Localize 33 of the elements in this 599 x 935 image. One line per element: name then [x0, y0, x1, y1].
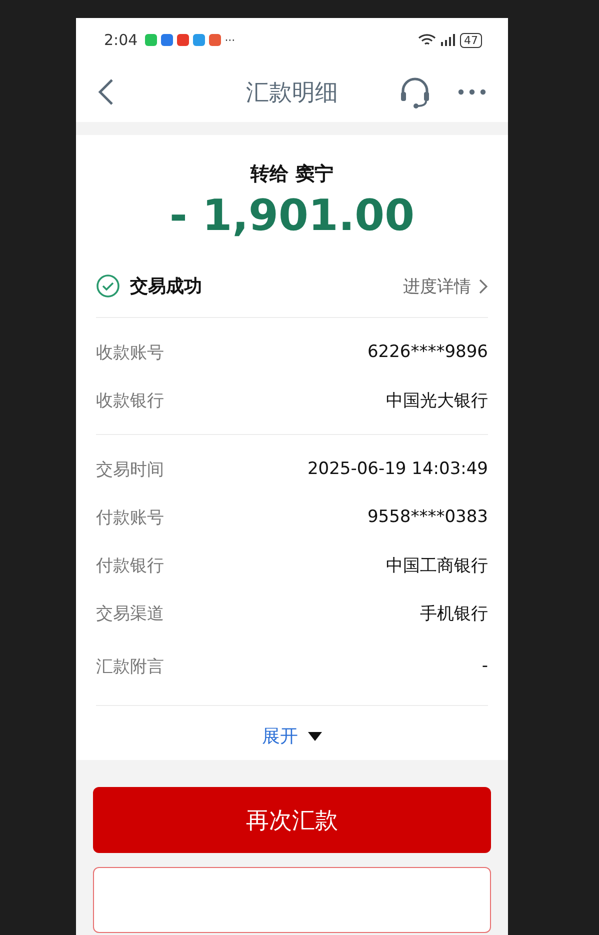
- field-label: 付款账号: [96, 506, 164, 528]
- recipient-name: 转给 窦宁: [249, 162, 334, 187]
- caret-down-icon: [308, 732, 322, 740]
- wifi-icon: [418, 34, 436, 46]
- repeat-transfer-button[interactable]: 再次汇款: [93, 787, 491, 853]
- field-label: 付款银行: [96, 554, 164, 576]
- field-value: 2025-06-19 14:03:49: [307, 459, 488, 479]
- more-icon[interactable]: [458, 89, 486, 95]
- expand-button[interactable]: 展开: [262, 724, 322, 748]
- secondary-button[interactable]: [93, 867, 491, 933]
- field-value: 中国工商银行: [386, 554, 488, 576]
- page-title: 汇款明细: [246, 78, 338, 108]
- field-label: 汇款附言: [96, 656, 164, 678]
- field-value: 中国光大银行: [386, 390, 488, 412]
- back-button[interactable]: [98, 79, 114, 105]
- field-label: 收款账号: [96, 342, 164, 364]
- field-value: -: [482, 656, 488, 676]
- transaction-status: 交易成功: [130, 275, 203, 298]
- headset-icon[interactable]: [398, 75, 432, 109]
- field-label: 交易渠道: [96, 602, 164, 624]
- field-value: 手机银行: [420, 602, 488, 624]
- field-label: 收款银行: [96, 390, 164, 412]
- transfer-amount: - 1,901.00: [168, 191, 416, 241]
- status-time: 2:04: [104, 31, 138, 49]
- more-notifications: ···: [224, 34, 236, 46]
- progress-details-link[interactable]: 进度详情: [403, 274, 488, 298]
- check-circle-icon: [96, 274, 120, 298]
- field-label: 交易时间: [96, 458, 164, 480]
- battery-level: 47: [460, 32, 482, 48]
- field-value: 9558****0383: [367, 507, 488, 527]
- field-value: 6226****9896: [367, 342, 488, 362]
- chevron-right-icon: [479, 278, 488, 294]
- signal-icon: [440, 34, 456, 46]
